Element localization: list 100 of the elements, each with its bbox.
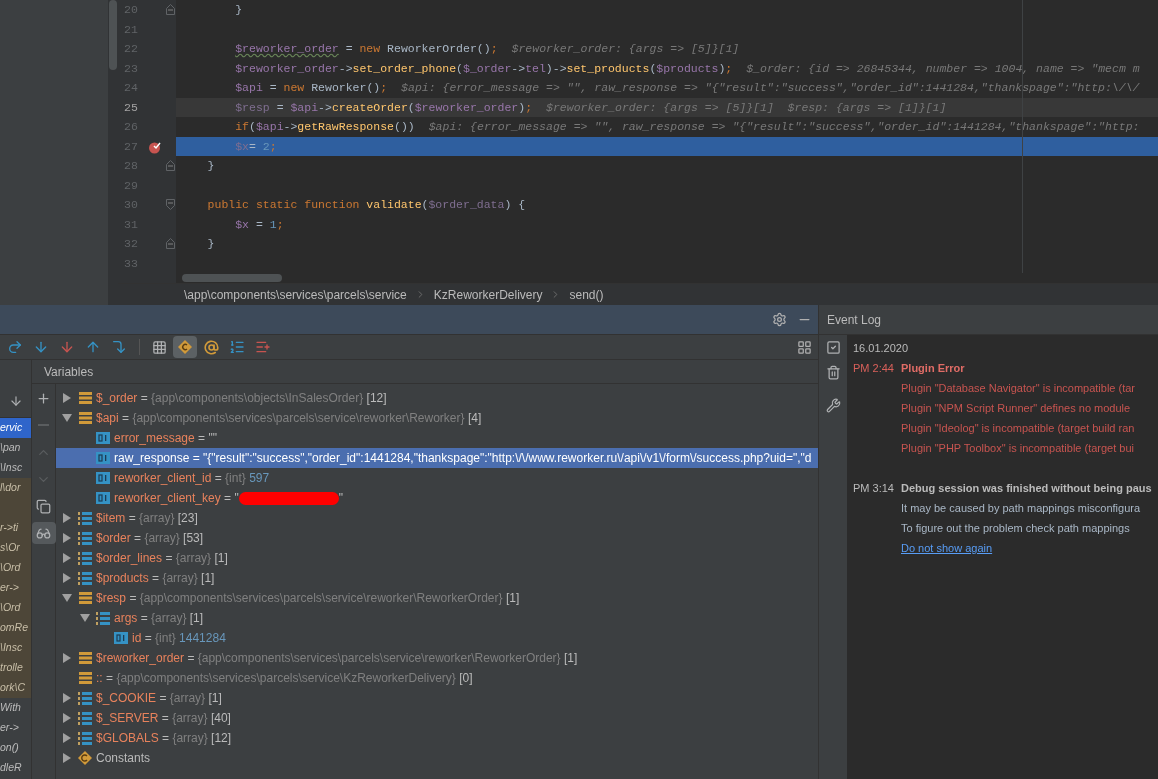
collapsed-arrow-icon[interactable] [62, 533, 72, 543]
selected-variable-row[interactable]: raw_response = "{"result":"success","order_id":1441284,"thankspage":"http:\/\/www.reworker.ru\/api\/v1\/form\/success.php?uid=","d [56, 448, 818, 468]
collapsed-arrow-icon[interactable] [62, 393, 72, 403]
collapsed-arrow-icon[interactable] [62, 693, 72, 703]
evaluate-icon[interactable] [152, 339, 167, 355]
log-message: Plugin "Database Navigator" is incompatible (tar [901, 381, 1136, 396]
variable-text: :: = {app\components\services\parcels\service\KzReworkerDelivery} [0] [96, 670, 473, 687]
code-text: $reworker_order->set_order_phone($_order->tel)->set_products($products); [234, 60, 733, 77]
inline-debug-value: $api: {error_message => "", raw_response => "{"result":"success","order_id":1441284,"thankspage":"http:\/\/ [401, 80, 1140, 97]
stack-frame[interactable]: s\Or [0, 538, 31, 558]
stack-frame[interactable]: l\dor [0, 478, 31, 498]
settings-icon[interactable] [772, 312, 787, 327]
stack-frame[interactable]: er-> [0, 578, 31, 598]
array-icon [96, 611, 110, 625]
code-text: $api = new Reworker(); [234, 80, 388, 97]
object-icon [78, 652, 92, 664]
stack-frame[interactable]: \pan [0, 438, 31, 458]
code-text: public static function validate($order_data) { [206, 197, 526, 214]
inline-debug-value: $reworker_order: {args => [5]}[1] [511, 41, 740, 58]
code-text: } [234, 2, 243, 19]
variable-text: $resp = {app\components\services\parcels\service\reworker\ReworkerOrder} [1] [96, 590, 520, 607]
mark-read-icon[interactable] [825, 340, 841, 355]
stack-frame[interactable]: \Insc [0, 638, 31, 658]
expanded-arrow-icon[interactable] [62, 413, 72, 423]
layout-icon[interactable] [797, 339, 812, 355]
stack-frame[interactable]: omRe [0, 618, 31, 638]
breadcrumb-item[interactable]: send() [569, 285, 604, 304]
stack-frame[interactable]: \Ord [0, 558, 31, 578]
collapsed-arrow-icon[interactable] [62, 513, 72, 523]
copy-icon [36, 498, 51, 514]
array-icon [78, 571, 92, 585]
log-message: To figure out the problem check path mappings [901, 521, 1131, 536]
collapsed-arrow-icon[interactable] [62, 753, 72, 763]
list-icon[interactable] [229, 339, 245, 355]
collapsed-arrow-icon[interactable] [62, 713, 72, 723]
line-number: 25 [124, 99, 138, 116]
variable-text: $item = {array} [23] [96, 510, 198, 527]
field-icon [96, 452, 110, 464]
collapsed-arrow-icon[interactable] [62, 653, 72, 663]
collapsed-arrow-icon[interactable] [62, 573, 72, 583]
do-not-show-link[interactable]: Do not show again [901, 538, 1152, 558]
stack-frame[interactable]: trolle [0, 658, 31, 678]
step-out-icon[interactable] [85, 339, 101, 355]
variable-text: $api = {app\components\services\parcels\service\reworker\Reworker} [4] [96, 410, 482, 427]
inline-debug-value: $_order: {id => 26845344, number => 1004, name => "mecm m [746, 60, 1140, 77]
stack-frame[interactable]: With [0, 698, 31, 718]
array-icon [78, 531, 92, 545]
expanded-arrow-icon[interactable] [80, 613, 90, 623]
scrollbar-thumb[interactable] [109, 0, 117, 70]
constants-toggle-button[interactable] [173, 336, 197, 358]
code-text: } [206, 236, 215, 253]
stack-frame[interactable]: \Insc [0, 458, 31, 478]
collapsed-arrow-icon[interactable] [62, 553, 72, 563]
inline-debug-value: $reworker_order: {args => [5]}[1] $resp: {args => [1]}[1] [546, 99, 947, 116]
array-icon [78, 731, 92, 745]
fold-marker-icon[interactable] [166, 238, 175, 249]
field-icon [96, 492, 110, 504]
variable-text: Constants [96, 750, 151, 767]
variable-text: $_COOKIE = {array} [1] [96, 690, 222, 707]
force-step-into-icon[interactable] [59, 339, 75, 355]
step-into-icon[interactable] [33, 339, 49, 355]
variable-text: reworker_client_key = " [114, 490, 239, 507]
expanded-arrow-icon[interactable] [62, 593, 72, 603]
log-message: It may be caused by path mappings misconfigura [901, 501, 1142, 516]
log-time: PM 3:14 [853, 481, 895, 496]
fold-marker-icon[interactable] [166, 199, 175, 210]
stack-frame[interactable]: ork\C [0, 678, 31, 698]
stack-frame[interactable]: er-> [0, 718, 31, 738]
breadcrumb-item[interactable]: KzReworkerDelivery [433, 285, 543, 304]
fold-marker-icon[interactable] [166, 160, 175, 171]
log-date: 16.01.2020 [853, 341, 910, 356]
stack-frame[interactable]: ervic [0, 418, 31, 438]
field-icon [114, 632, 128, 644]
watches-toggle-button[interactable] [31, 522, 56, 544]
log-message: Plugin "NPM Script Runner" defines no module [901, 401, 1132, 416]
variable-text: $_SERVER = {array} [40] [96, 710, 231, 727]
variable-text: $products = {array} [1] [96, 570, 215, 587]
log-title: Plugin Error [901, 361, 966, 376]
stack-frame[interactable]: r->ti [0, 518, 31, 538]
variable-text: $GLOBALS = {array} [12] [96, 730, 232, 747]
stack-frame[interactable]: dleR [0, 758, 31, 778]
stack-frame[interactable]: \Ord [0, 598, 31, 618]
breadcrumb-item[interactable]: \app\components\services\parcels\service [184, 285, 407, 304]
trash-icon[interactable] [825, 365, 841, 380]
collapsed-arrow-icon[interactable] [62, 733, 72, 743]
add-watch-icon [36, 390, 51, 406]
code-text: $reworker_order = new ReworkerOrder(); [234, 41, 498, 58]
panel-title: Variables [44, 363, 94, 381]
wrench-icon[interactable] [825, 398, 841, 413]
add-list-icon[interactable] [255, 339, 271, 355]
stack-frame[interactable]: on() [0, 738, 31, 758]
object-icon [78, 412, 92, 424]
variable-text: $order_lines = {array} [1] [96, 550, 228, 567]
step-over-icon[interactable] [7, 339, 23, 355]
log-time: PM 2:44 [853, 361, 895, 376]
variable-text: " [338, 490, 343, 507]
run-to-cursor-icon[interactable] [111, 339, 127, 355]
constant-icon [78, 751, 92, 765]
horizontal-scrollbar-thumb[interactable] [182, 274, 282, 282]
fold-marker-icon[interactable] [166, 4, 175, 15]
